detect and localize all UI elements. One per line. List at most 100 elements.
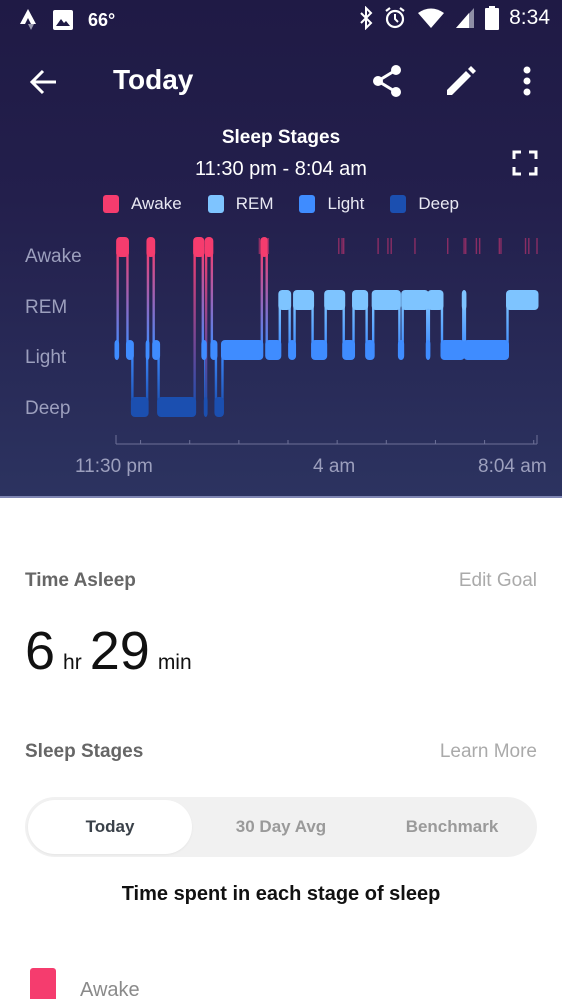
stage-block-rem	[278, 290, 292, 310]
stage-block-light	[114, 340, 120, 360]
edit-goal-link[interactable]: Edit Goal	[459, 570, 537, 592]
more-vertical-icon[interactable]	[514, 64, 540, 98]
temperature: 66°	[88, 9, 116, 30]
stage-block-rem	[461, 290, 467, 310]
stage-block-deep	[157, 397, 197, 417]
stage-block-awake	[260, 237, 269, 257]
stage-block-awake	[146, 237, 156, 257]
stage-block-awake	[204, 237, 214, 257]
bluetooth-icon	[360, 6, 373, 30]
brief-awake-mark	[528, 238, 530, 254]
stage-block-light	[463, 340, 510, 360]
legend-swatch-rem	[207, 195, 224, 213]
legend-item-light: Light	[299, 194, 364, 214]
stage-transition	[126, 247, 129, 350]
x-tick-start: 11:30 pm	[75, 456, 153, 477]
app-toolbar: Today	[0, 52, 562, 112]
brief-awake-mark	[500, 238, 502, 254]
learn-more-link[interactable]: Learn More	[440, 741, 537, 763]
stage-transition	[204, 247, 208, 407]
stage-block-light	[342, 340, 356, 360]
stage-block-light	[145, 340, 150, 360]
chart-legend: Awake REM Light Deep	[0, 194, 562, 214]
stage-block-light	[365, 340, 375, 360]
legend-label: Awake	[130, 194, 182, 213]
stage-block-light	[288, 340, 297, 360]
stage-transition	[152, 247, 155, 350]
stage-block-light	[425, 340, 431, 360]
brief-awake-mark	[536, 238, 538, 254]
brief-awake-mark	[390, 238, 392, 254]
minutes-value: 29	[89, 621, 150, 681]
legend-item-rem: REM	[207, 194, 273, 214]
stage-block-light	[220, 340, 264, 360]
stage-breakdown-heading: Time spent in each stage of sleep	[121, 883, 441, 905]
arrow-left-icon[interactable]	[28, 66, 60, 98]
sleep-chart-header: 66° 8:34 Today Sleep Stages 11:30 pm - 8…	[0, 0, 562, 498]
wifi-icon	[418, 8, 445, 28]
brief-awake-mark	[498, 238, 501, 254]
stage-block-light	[265, 340, 282, 360]
legend-item-awake: Awake	[102, 194, 182, 214]
image-icon	[53, 10, 73, 30]
brief-awake-mark	[341, 238, 343, 254]
stage-block-rem	[324, 290, 346, 310]
stage-block-light	[397, 340, 405, 360]
brief-awake-mark	[475, 238, 478, 254]
brief-awake-mark	[414, 238, 416, 254]
stage-transition	[193, 247, 196, 407]
stage-block-rem	[293, 290, 315, 310]
legend-swatch-deep	[390, 195, 407, 213]
stage-view-segmented-control: Today 30 Day Avg Benchmark	[25, 797, 537, 857]
fullscreen-icon[interactable]	[512, 150, 538, 176]
brief-awake-mark	[338, 238, 340, 254]
stage-block-light	[311, 340, 328, 360]
stage-block-light	[152, 340, 161, 360]
tab-benchmark[interactable]: Benchmark	[370, 800, 534, 854]
brief-awake-mark	[258, 238, 261, 254]
legend-label: Light	[327, 194, 365, 213]
brief-awake-mark	[465, 238, 467, 254]
stage-block-awake	[193, 237, 205, 257]
legend-item-deep: Deep	[390, 194, 459, 214]
share-icon[interactable]	[370, 64, 404, 98]
hypnogram-chart[interactable]	[0, 225, 562, 485]
stage-block-light	[201, 340, 207, 360]
stage-transition	[146, 247, 150, 350]
x-tick-mid: 4 am	[313, 456, 356, 477]
stage-row-awake: Awake	[30, 968, 140, 999]
sleep-stages-title: Sleep Stages	[25, 741, 144, 762]
stage-transition	[210, 247, 214, 350]
stage-block-awake	[116, 237, 129, 257]
stage-block-rem	[352, 290, 369, 310]
stage-transition	[201, 247, 205, 350]
stage-block-rem	[506, 290, 539, 310]
signal-icon	[456, 8, 475, 28]
legend-swatch-light	[299, 195, 316, 213]
brief-awake-mark	[447, 238, 449, 254]
chart-time-range: 11:30 pm - 8:04 am	[195, 158, 367, 180]
tab-today[interactable]: Today	[28, 800, 192, 854]
stage-block-rem	[401, 290, 429, 310]
stage-block-light	[210, 340, 218, 360]
brief-awake-mark	[478, 238, 481, 254]
time-asleep-value: 6 hr 29 min	[25, 620, 200, 682]
battery-icon	[485, 6, 500, 30]
tab-30-day-avg[interactable]: 30 Day Avg	[199, 800, 363, 854]
x-tick-end: 8:04 am	[478, 456, 547, 477]
stage-transition	[265, 247, 268, 350]
brief-awake-mark	[524, 238, 527, 254]
stage-block-deep	[214, 397, 224, 417]
minutes-unit: min	[157, 651, 192, 674]
legend-label: Deep	[418, 194, 459, 213]
stage-transition	[116, 247, 119, 350]
status-bar: 66° 8:34	[0, 0, 562, 40]
brief-awake-mark	[377, 238, 379, 254]
stage-block-deep	[130, 397, 149, 417]
edit-pencil-icon[interactable]	[444, 64, 478, 98]
brief-awake-mark	[463, 238, 465, 254]
stage-label: Awake	[80, 978, 140, 999]
brief-awake-mark	[267, 238, 270, 254]
hours-unit: hr	[63, 651, 82, 674]
clock: 8:34	[509, 6, 550, 29]
